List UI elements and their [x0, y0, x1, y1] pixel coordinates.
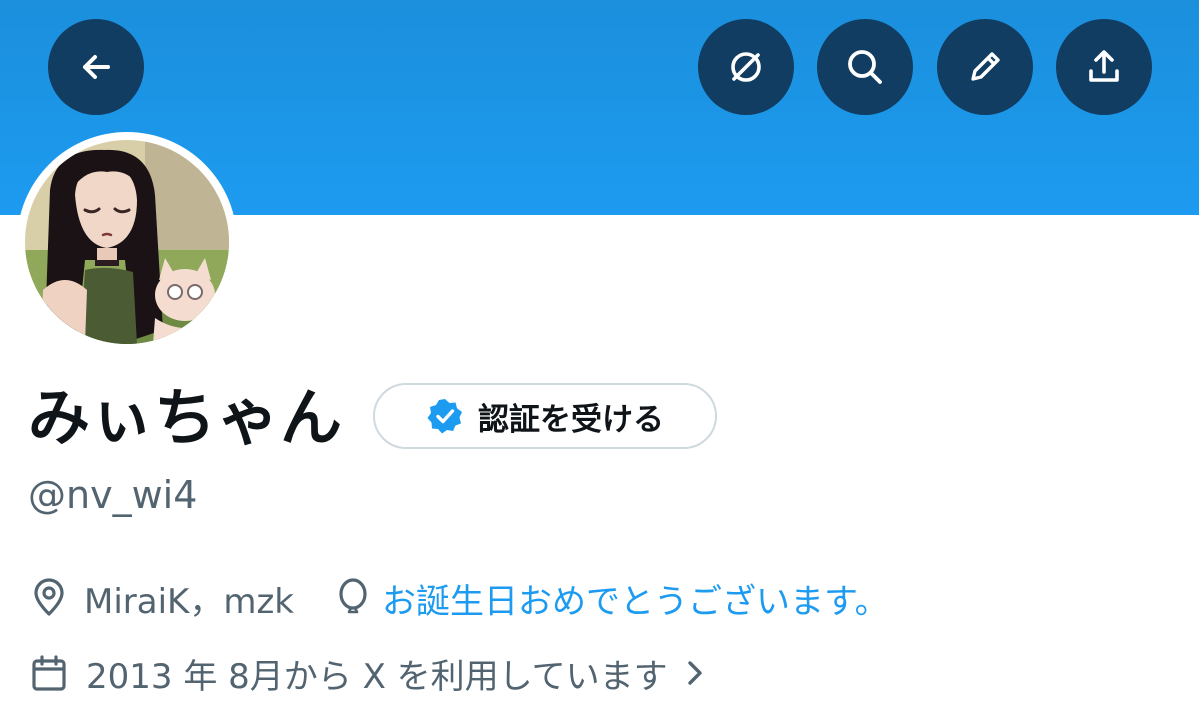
search-icon	[848, 50, 882, 84]
search-button[interactable]	[817, 19, 913, 115]
verified-badge-icon	[427, 399, 462, 434]
explore-icon	[731, 52, 761, 82]
balloon-icon	[339, 578, 367, 614]
joined-date-row[interactable]: 2013 年 8月から X を利用しています	[28, 648, 710, 698]
user-handle: @nv_wi4	[28, 473, 198, 517]
get-verified-button[interactable]: 認証を受ける	[373, 383, 717, 449]
avatar-image	[25, 140, 229, 344]
location-pin-icon	[34, 578, 64, 616]
share-button[interactable]	[1056, 19, 1152, 115]
back-button[interactable]	[48, 19, 144, 115]
arrow-left-icon	[83, 55, 110, 79]
share-icon	[1089, 50, 1119, 82]
avatar[interactable]	[17, 132, 237, 352]
explore-button[interactable]	[698, 19, 794, 115]
calendar-icon	[32, 655, 66, 691]
birthday-text[interactable]: お誕生日おめでとうございます。	[382, 574, 889, 623]
joined-date-text: 2013 年 8月から X を利用しています	[86, 656, 668, 697]
display-name: みぃちゃん	[28, 381, 344, 454]
get-verified-label: 認証を受ける	[478, 401, 664, 438]
profile-meta-row-1: MiraiK，mzk お誕生日おめでとうございます。	[28, 573, 889, 623]
chevron-right-icon	[687, 661, 702, 685]
pencil-icon	[971, 52, 1000, 81]
edit-button[interactable]	[937, 19, 1033, 115]
location-text: MiraiK，mzk	[84, 581, 294, 622]
